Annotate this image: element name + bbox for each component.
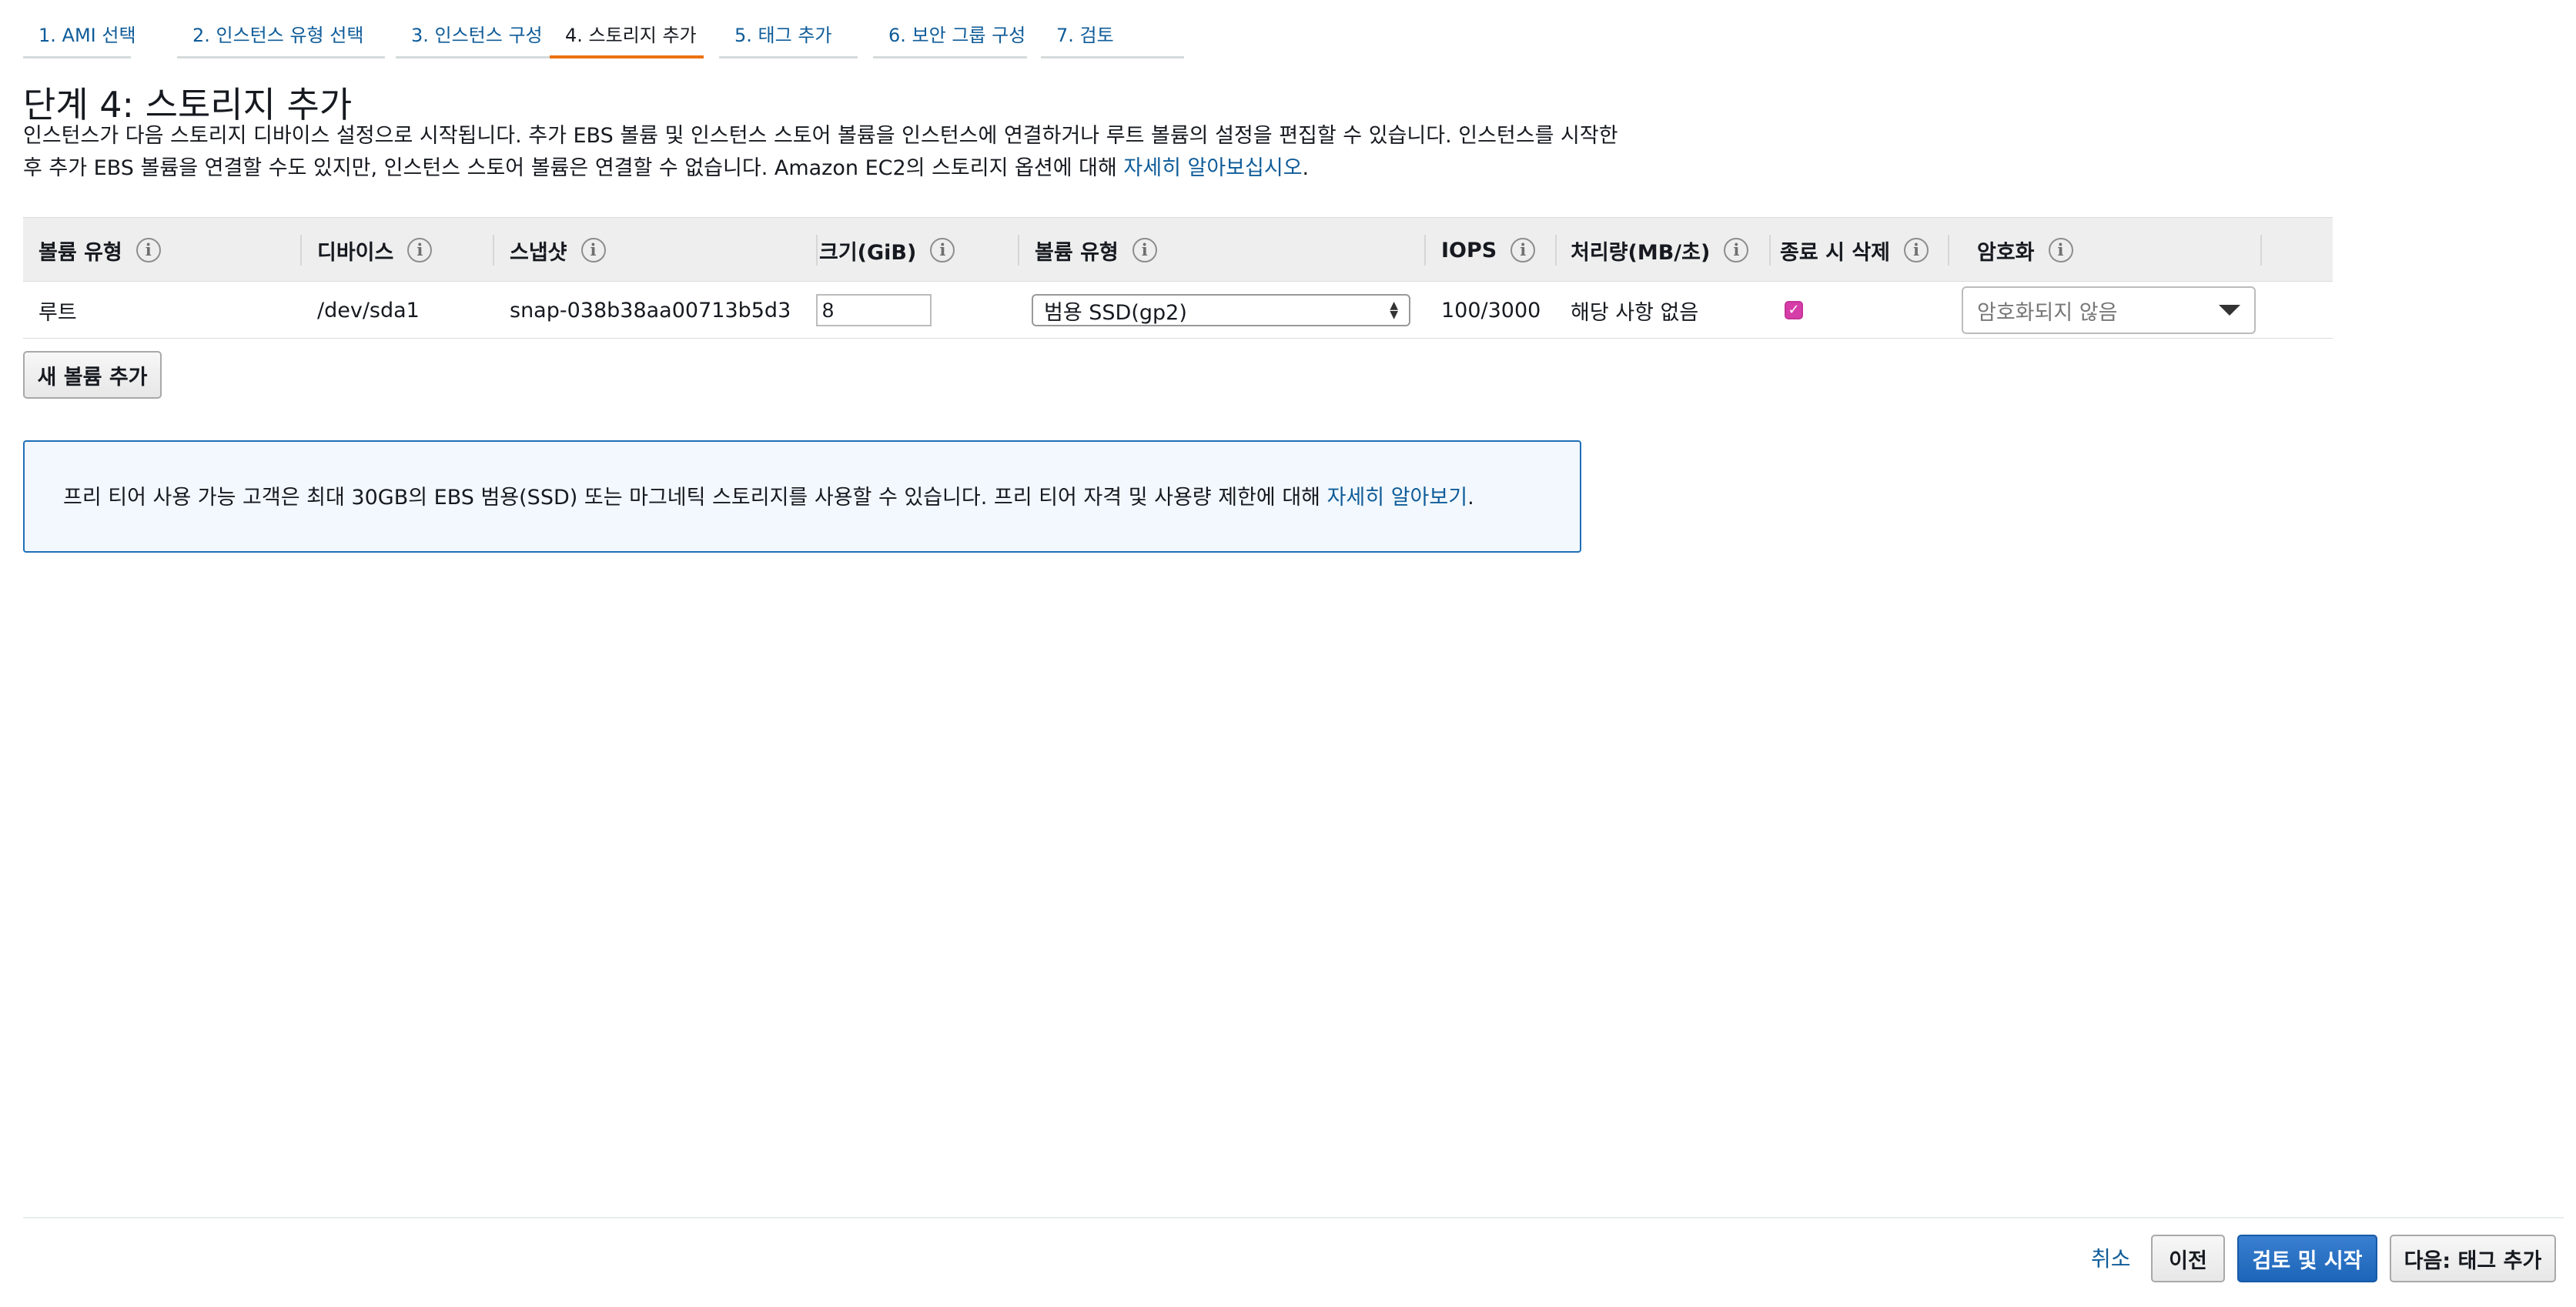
notice-text: 프리 티어 사용 가능 고객은 최대 30GB의 EBS 범용(SSD) 또는 …	[63, 486, 1327, 510]
header-volume-type: 볼륨 유형 i	[38, 218, 161, 282]
info-icon[interactable]: i	[930, 238, 955, 262]
review-and-launch-button[interactable]: 검토 및 시작	[2237, 1235, 2377, 1282]
page-description: 인스턴스가 다음 스토리지 디바이스 설정으로 시작됩니다. 추가 EBS 볼륨…	[23, 120, 1624, 185]
footer-divider	[23, 1217, 2564, 1218]
column-divider	[1948, 235, 1949, 266]
column-divider	[1769, 235, 1771, 266]
info-icon[interactable]: i	[2048, 238, 2073, 262]
header-throughput: 처리량(MB/초) i	[1571, 218, 1749, 282]
add-volume-button[interactable]: 새 볼륨 추가	[23, 351, 162, 399]
tab-ami[interactable]: 1. AMI 선택	[23, 0, 136, 58]
column-divider	[300, 235, 302, 266]
volume-type-select[interactable]: 범용 SSD(gp2) ▲ ▼	[1032, 294, 1410, 326]
cancel-link[interactable]: 취소	[2091, 1242, 2131, 1273]
cell-throughput: 해당 사항 없음	[1571, 300, 1699, 325]
cell-volume-kind: 범용 SSD(gp2) ▲ ▼	[1032, 282, 1410, 339]
tab-review[interactable]: 7. 검토	[1041, 0, 1184, 58]
column-divider	[2260, 235, 2262, 266]
column-divider	[493, 235, 494, 266]
tab-instance-type[interactable]: 2. 인스턴스 유형 선택	[177, 0, 385, 58]
description-text: 후 추가 EBS 볼륨을 연결할 수도 있지만, 인스턴스 스토어 볼륨은 연결…	[23, 156, 1124, 180]
storage-table: 볼륨 유형 i 디바이스 i 스냅샷 i 크기(GiB) i 볼륨 유형 i IOPS i …	[23, 217, 2333, 339]
cell-snapshot: snap-038b38aa00713b5d3	[510, 298, 791, 323]
chevron-down-icon	[2219, 305, 2240, 316]
header-delete-on-termination: 종료 시 삭제 i	[1780, 218, 1929, 282]
tab-configure-instance[interactable]: 3. 인스턴스 구성	[396, 0, 557, 58]
cell-encryption: 암호화되지 않음	[1962, 282, 2256, 339]
column-divider	[1018, 235, 1019, 266]
column-divider	[816, 235, 818, 266]
tab-add-tags[interactable]: 5. 태그 추가	[719, 0, 858, 58]
description-end: .	[1302, 156, 1310, 180]
header-encryption: 암호화 i	[1977, 218, 2073, 282]
free-tier-notice: 프리 티어 사용 가능 고객은 최대 30GB의 EBS 범용(SSD) 또는 …	[23, 440, 1581, 553]
info-icon[interactable]: i	[1510, 238, 1536, 262]
tab-security-group[interactable]: 6. 보안 그룹 구성	[873, 0, 1027, 58]
cell-delete-on-termination: ✓	[1785, 282, 1803, 339]
table-header: 볼륨 유형 i 디바이스 i 스냅샷 i 크기(GiB) i 볼륨 유형 i IOPS i …	[23, 217, 2333, 282]
info-icon[interactable]: i	[1904, 238, 1929, 262]
previous-button[interactable]: 이전	[2151, 1235, 2225, 1282]
delete-on-termination-checkbox[interactable]: ✓	[1785, 301, 1803, 319]
info-icon[interactable]: i	[135, 238, 161, 262]
column-divider	[1424, 235, 1426, 266]
cell-device: /dev/sda1	[317, 298, 420, 323]
table-row: 루트 /dev/sda1 snap-038b38aa00713b5d3 범용 S…	[23, 282, 2333, 339]
description-line-1: 인스턴스가 다음 스토리지 디바이스 설정으로 시작됩니다. 추가 EBS 볼륨…	[23, 124, 1618, 148]
tab-add-storage[interactable]: 4. 스토리지 추가	[550, 0, 704, 58]
info-icon[interactable]: i	[1724, 238, 1749, 262]
info-icon[interactable]: i	[407, 238, 433, 262]
description-line-2: 후 추가 EBS 볼륨을 연결할 수도 있지만, 인스턴스 스토어 볼륨은 연결…	[23, 152, 1624, 185]
cell-size	[816, 282, 932, 339]
notice-end: .	[1467, 486, 1474, 510]
cell-volume-type: 루트	[38, 300, 77, 325]
header-volume-kind: 볼륨 유형 i	[1035, 218, 1157, 282]
header-device: 디바이스 i	[317, 218, 433, 282]
info-icon[interactable]: i	[1132, 238, 1157, 262]
size-input[interactable]	[816, 294, 932, 326]
encryption-value: 암호화되지 않음	[1977, 300, 2118, 325]
header-size: 크기(GiB) i	[819, 218, 955, 282]
header-iops: IOPS i	[1441, 218, 1536, 282]
encryption-select[interactable]: 암호화되지 않음	[1962, 286, 2256, 334]
select-arrows-icon: ▲ ▼	[1390, 299, 1398, 321]
free-tier-learn-more-link[interactable]: 자세히 알아보기	[1327, 486, 1467, 510]
info-icon[interactable]: i	[580, 238, 606, 262]
cell-iops: 100/3000	[1441, 298, 1541, 323]
next-add-tags-button[interactable]: 다음: 태그 추가	[2390, 1235, 2556, 1282]
column-divider	[1555, 235, 1557, 266]
header-snapshot: 스냅샷 i	[510, 218, 606, 282]
learn-more-storage-link[interactable]: 자세히 알아보십시오	[1123, 156, 1302, 180]
volume-type-value: 범용 SSD(gp2)	[1044, 300, 1187, 325]
